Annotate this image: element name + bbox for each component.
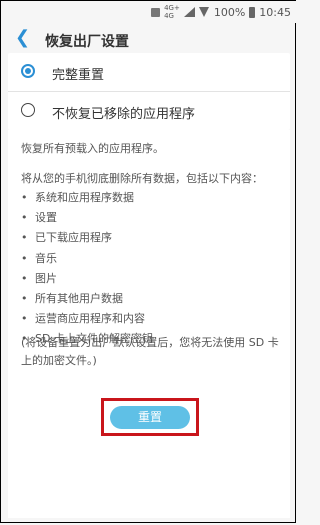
radio-unselected-icon[interactable] [21,103,35,117]
list-item: • 设置 [21,211,57,225]
reset-options: 完整重置 不恢复已移除的应用程序 [8,53,290,130]
battery-icon [249,6,256,18]
network-type-label: 4G+ 4G [164,4,180,20]
status-bar: 4G+ 4G 100% 10:45 [1,1,297,23]
option-label: 不恢复已移除的应用程序 [52,107,196,122]
reset-button[interactable]: 重置 [110,406,190,429]
list-item: • 运营商应用程序和内容 [21,312,145,326]
app-header: ❮ 恢复出厂设置 [1,23,297,53]
reset-details: 恢复所有预载入的应用程序。 将从您的手机彻底删除所有数据，包括以下内容： • 系统… [8,130,290,518]
list-item: • 系统和应用程序数据 [21,191,134,204]
status-icons: 4G+ 4G 100% 10:45 [151,4,291,20]
intro-text: 将从您的手机彻底删除所有数据，包括以下内容： [21,172,263,185]
signal-icon [183,7,195,17]
wifi-icon [198,7,210,17]
clock: 10:45 [259,5,291,19]
list-item: • 图片 [21,271,57,285]
page-title: 恢复出厂设置 [45,34,129,50]
option-label: 完整重置 [52,68,105,83]
data-list: • 系统和应用程序数据 • 设置 • 已下载应用程序 • 音乐 • 图片 • 所有其他用户数… [21,188,153,350]
back-arrow-icon[interactable]: ❮ [15,29,30,47]
list-item: • 音乐 [21,251,57,265]
list-item: • 已下载应用程序 [21,231,112,245]
reset-button-highlight: 重置 [101,398,199,436]
notification-icon [151,7,161,17]
note-text: (将设备重置为出厂默认设置后，您将无法使用 SD 卡上的加密文件。) [21,336,279,367]
option-keep-removed-apps[interactable]: 不恢复已移除的应用程序 [8,92,290,130]
list-item: • 所有其他用户数据 [21,291,123,305]
option-full-reset[interactable]: 完整重置 [8,53,290,91]
radio-selected-icon[interactable] [21,64,35,78]
description-text: 恢复所有预载入的应用程序。 [21,142,164,155]
battery-percent: 100% [213,5,246,19]
